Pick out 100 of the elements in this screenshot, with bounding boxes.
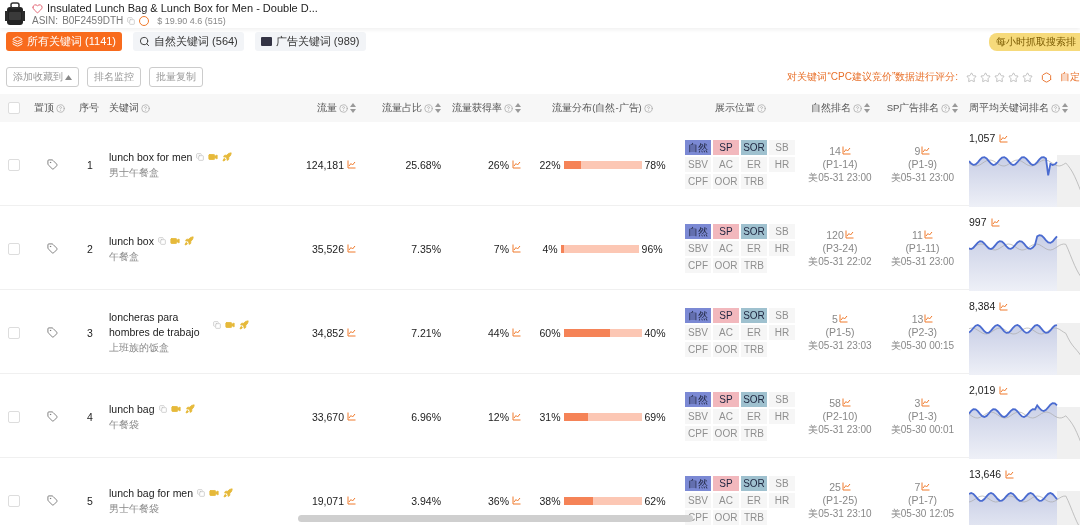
- ad-share: 40%: [644, 326, 666, 339]
- product-title[interactable]: Insulated Lunch Bag & Lunch Box for Men - Double D...: [47, 2, 318, 14]
- trend-chart-icon[interactable]: [841, 482, 851, 491]
- trend-chart-icon[interactable]: [921, 482, 931, 491]
- star-icon[interactable]: [994, 71, 1005, 83]
- trend-chart-icon[interactable]: [999, 301, 1009, 311]
- trend-chart-icon[interactable]: [921, 146, 931, 155]
- tag-icon[interactable]: [47, 411, 58, 422]
- organic-rank: 14: [829, 144, 841, 157]
- placement-tag: CPF: [685, 174, 711, 189]
- trend-chart-icon[interactable]: [512, 244, 521, 253]
- help-icon[interactable]: [424, 103, 433, 113]
- trend-chart-icon[interactable]: [347, 328, 356, 337]
- copy-icon[interactable]: [213, 321, 221, 329]
- copy-icon[interactable]: [197, 489, 206, 497]
- star-icon[interactable]: [1008, 71, 1019, 83]
- trend-chart-icon[interactable]: [512, 496, 521, 505]
- caret-icon: [65, 74, 72, 80]
- placement-tag: 自然: [685, 476, 711, 491]
- trend-chart-icon[interactable]: [921, 398, 931, 407]
- copy-icon[interactable]: [157, 237, 166, 245]
- placement-tag: OOR: [713, 258, 739, 273]
- trend-chart-icon[interactable]: [512, 412, 521, 421]
- heart-icon[interactable]: [32, 2, 43, 14]
- star-icon[interactable]: [980, 71, 991, 83]
- settings-icon[interactable]: [1041, 71, 1052, 83]
- traffic-value: 34,852: [311, 326, 344, 339]
- trend-chart-icon[interactable]: [990, 217, 1000, 227]
- row-checkbox[interactable]: [8, 158, 20, 171]
- rocket-icon: [223, 488, 234, 498]
- help-icon[interactable]: [756, 103, 766, 113]
- trend-chart-icon[interactable]: [999, 385, 1009, 395]
- copy-icon[interactable]: [158, 405, 167, 413]
- select-all-checkbox[interactable]: [8, 102, 20, 114]
- keyword-translation: 男士午餐盒: [109, 165, 160, 180]
- row-checkbox[interactable]: [8, 242, 20, 255]
- tag-icon[interactable]: [47, 243, 58, 254]
- help-icon[interactable]: [643, 103, 653, 113]
- traffic-share: 6.96%: [411, 410, 441, 423]
- ad-share: 96%: [641, 242, 663, 255]
- placement-tag: AC: [713, 325, 739, 340]
- trend-chart-icon[interactable]: [347, 412, 356, 421]
- keyword-tab[interactable]: 自然关键词 (564): [133, 32, 244, 51]
- trend-chart-icon[interactable]: [924, 314, 934, 323]
- trend-chart-icon[interactable]: [512, 160, 521, 169]
- sort-icon[interactable]: [350, 103, 356, 113]
- row-checkbox[interactable]: [8, 410, 20, 423]
- tag-icon[interactable]: [47, 159, 58, 170]
- row-checkbox[interactable]: [8, 494, 20, 507]
- trend-chart-icon[interactable]: [347, 496, 356, 505]
- placement-tag: ER: [741, 325, 767, 340]
- trend-chart-icon[interactable]: [841, 398, 851, 407]
- traffic-share: 25.68%: [405, 158, 441, 171]
- asin-label: ASIN:: [32, 15, 59, 26]
- traffic-rate: 26%: [488, 158, 509, 171]
- placement-tag: TRB: [741, 510, 767, 525]
- copy-icon[interactable]: [196, 153, 205, 161]
- help-icon[interactable]: [504, 103, 513, 113]
- help-icon[interactable]: [141, 103, 150, 113]
- keyword-text[interactable]: lunch box for men: [109, 149, 193, 165]
- sp-rank: 3: [914, 396, 921, 409]
- sort-icon[interactable]: [1062, 103, 1068, 113]
- trend-chart-icon[interactable]: [999, 133, 1009, 143]
- sp-rank-time: 美05-31 23:00: [890, 254, 955, 269]
- organic-share: 60%: [539, 326, 561, 339]
- placement-tag: SOR: [741, 224, 767, 239]
- tag-icon[interactable]: [47, 495, 58, 506]
- sort-icon[interactable]: [863, 103, 870, 113]
- keyword-tab[interactable]: 广告关键词 (989): [254, 32, 366, 51]
- help-icon[interactable]: [339, 103, 348, 113]
- trend-chart-icon[interactable]: [841, 146, 851, 155]
- traffic-value: 33,670: [311, 410, 344, 423]
- trend-chart-icon[interactable]: [347, 160, 356, 169]
- keyword-text[interactable]: lunch bag for men: [109, 485, 194, 501]
- trend-chart-icon[interactable]: [844, 230, 854, 239]
- placement-tag: ER: [741, 493, 767, 508]
- rocket-icon: [239, 320, 249, 330]
- sp-rank-page: (P1-11): [905, 241, 940, 254]
- trend-chart-icon[interactable]: [838, 314, 848, 323]
- keyword-text[interactable]: loncheras para hombres de trabajo: [109, 310, 209, 340]
- placement-tag: SOR: [741, 476, 767, 491]
- sort-icon[interactable]: [435, 103, 441, 113]
- row-checkbox[interactable]: [8, 326, 20, 339]
- help-icon[interactable]: [1051, 103, 1060, 113]
- trend-chart-icon[interactable]: [512, 328, 521, 337]
- help-icon[interactable]: [56, 103, 65, 113]
- sort-icon[interactable]: [952, 103, 959, 113]
- star-icon[interactable]: [1022, 71, 1033, 83]
- keyword-text[interactable]: lunch box: [109, 233, 154, 249]
- sort-icon[interactable]: [515, 103, 521, 113]
- trend-chart-icon[interactable]: [1005, 469, 1015, 479]
- keyword-text[interactable]: lunch bag: [109, 401, 155, 417]
- help-icon[interactable]: [941, 103, 951, 113]
- tag-icon[interactable]: [47, 327, 58, 338]
- row-index: 4: [87, 410, 93, 423]
- trend-chart-icon[interactable]: [347, 244, 356, 253]
- copy-icon[interactable]: [127, 16, 136, 25]
- star-icon[interactable]: [966, 71, 977, 83]
- trend-chart-icon[interactable]: [923, 230, 933, 239]
- help-icon[interactable]: [852, 103, 862, 113]
